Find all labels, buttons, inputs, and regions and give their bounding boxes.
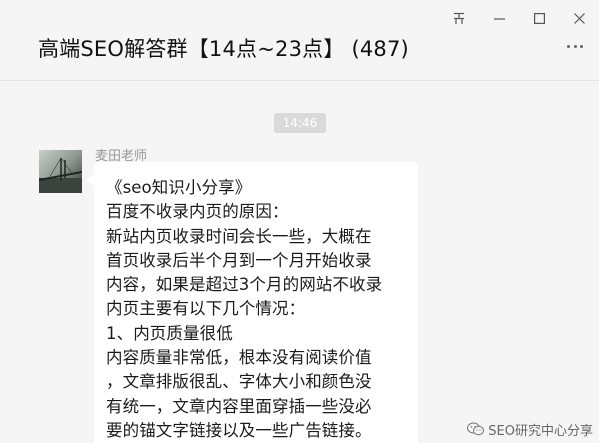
message-line: 内容质量非常低，根本没有阅读价值 (106, 348, 372, 368)
avatar-image (39, 150, 82, 193)
message-line: 百度不收录内页的原因： (106, 202, 289, 222)
message-line: 《seo知识小分享》 (106, 178, 252, 197)
chat-window: 高端SEO解答群【14点~23点】 (487) 14:46 麦田老师 《seo知… (0, 0, 599, 443)
pin-button[interactable] (439, 8, 479, 28)
wechat-icon (467, 422, 485, 436)
pin-icon (454, 12, 464, 24)
sender-avatar[interactable] (39, 150, 82, 193)
message-line: 有统一，文章内容里面穿插一些没必 (106, 396, 372, 416)
watermark: SEO研究中心分享 (467, 419, 593, 439)
message-line: 要的锚文字链接以及一些广告链接。 (106, 420, 372, 440)
message-line: 1、内页质量很低 (106, 323, 233, 343)
message-timestamp: 14:46 (274, 113, 326, 133)
watermark-text: SEO研究中心分享 (488, 423, 593, 439)
more-icon (567, 45, 570, 48)
chat-title: 高端SEO解答群【14点~23点】 (487) (38, 37, 409, 61)
minimize-icon (493, 17, 505, 20)
maximize-button[interactable] (519, 8, 559, 28)
message-bubble[interactable]: 《seo知识小分享》 百度不收录内页的原因： 新站内页收录时间会长一些，大概在 … (94, 162, 418, 443)
window-controls (439, 8, 599, 28)
message-line: 首页收录后半个月到一个月开始收录 (106, 250, 372, 270)
minimize-button[interactable] (479, 8, 519, 28)
message-line: 内页主要有以下几个情况： (106, 299, 306, 319)
bubble-arrow (86, 174, 94, 186)
message-line: ，文章排版很乱、字体大小和颜色没 (106, 372, 372, 392)
close-button[interactable] (559, 8, 599, 28)
close-icon (573, 12, 585, 24)
more-options-button[interactable] (567, 45, 583, 51)
message-line: 新站内页收录时间会长一些，大概在 (106, 226, 372, 246)
maximize-icon (533, 12, 545, 24)
title-divider (0, 80, 599, 81)
message-line: 内容，如果是超过3个月的网站不收录 (106, 275, 383, 295)
